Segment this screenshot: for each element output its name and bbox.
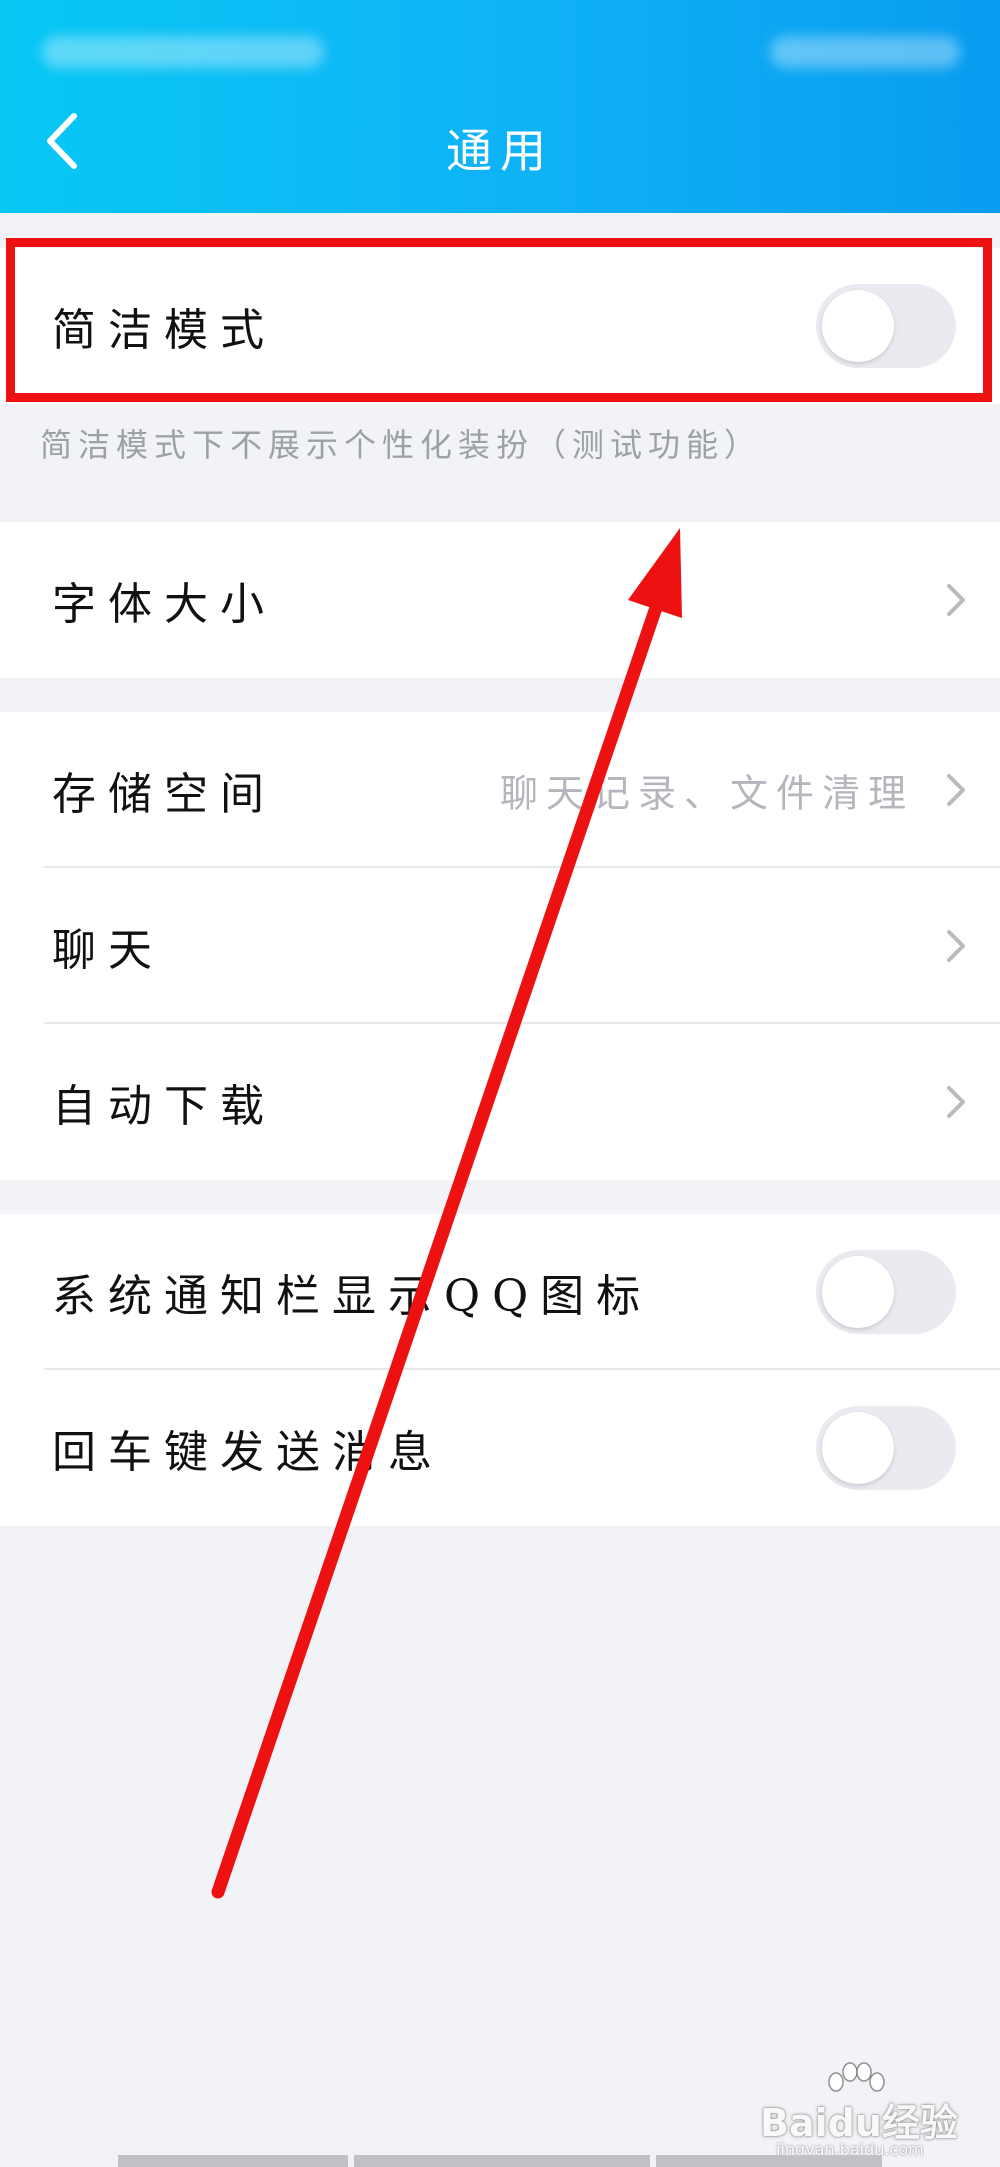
auto-download-label: 自动下载: [52, 1081, 276, 1132]
row-chat[interactable]: 聊天: [0, 868, 1000, 1024]
chevron-right-icon: [947, 930, 965, 962]
chevron-right-icon: [947, 1086, 965, 1118]
row-enter-send: 回车键发送消息: [0, 1370, 1000, 1526]
toggle-knob: [822, 1412, 894, 1484]
chevron-right-icon: [947, 774, 965, 806]
toggle-knob: [822, 1256, 894, 1328]
chat-label: 聊天: [52, 925, 164, 976]
baidu-watermark: Baidu经验 jingyan.baidu.com: [760, 2060, 980, 2159]
storage-value: 聊天记录、文件清理: [499, 771, 914, 816]
row-storage[interactable]: 存储空间 聊天记录、文件清理: [0, 712, 1000, 868]
row-font-size[interactable]: 字体大小: [0, 522, 1000, 678]
settings-group-storage: 存储空间 聊天记录、文件清理 聊天 自动下载: [0, 712, 1000, 1180]
notify-icon-label: 系统通知栏显示QQ图标: [52, 1271, 653, 1322]
chevron-right-icon: [947, 584, 965, 616]
storage-label: 存储空间: [52, 769, 276, 820]
page-title: 通用: [446, 124, 554, 178]
row-simple-mode: 简洁模式: [0, 248, 1000, 404]
settings-group-notify: 系统通知栏显示QQ图标 回车键发送消息: [0, 1214, 1000, 1526]
simple-mode-toggle[interactable]: [816, 284, 956, 368]
bottom-scroll-indicator: [656, 2155, 882, 2167]
watermark-brand: Baidu经验: [760, 2101, 958, 2145]
toggle-knob: [822, 290, 894, 362]
header-bar: 通用: [0, 0, 1000, 213]
bottom-scroll-indicator: [354, 2155, 650, 2167]
enter-send-label: 回车键发送消息: [52, 1427, 444, 1478]
bottom-scroll-indicator: [118, 2155, 348, 2167]
simple-mode-label: 简洁模式: [52, 305, 276, 356]
row-auto-download[interactable]: 自动下载: [0, 1024, 1000, 1180]
status-bar-right-blurred: [770, 36, 960, 68]
notify-icon-toggle[interactable]: [816, 1250, 956, 1334]
enter-send-toggle[interactable]: [816, 1406, 956, 1490]
status-bar-left-blurred: [42, 36, 324, 68]
settings-group-font: 字体大小: [0, 522, 1000, 678]
row-notify-icon: 系统通知栏显示QQ图标: [0, 1214, 1000, 1370]
settings-group-simple-mode: 简洁模式: [0, 248, 1000, 404]
simple-mode-hint: 简洁模式下不展示个性化装扮（测试功能）: [40, 426, 763, 464]
font-size-label: 字体大小: [52, 579, 276, 630]
